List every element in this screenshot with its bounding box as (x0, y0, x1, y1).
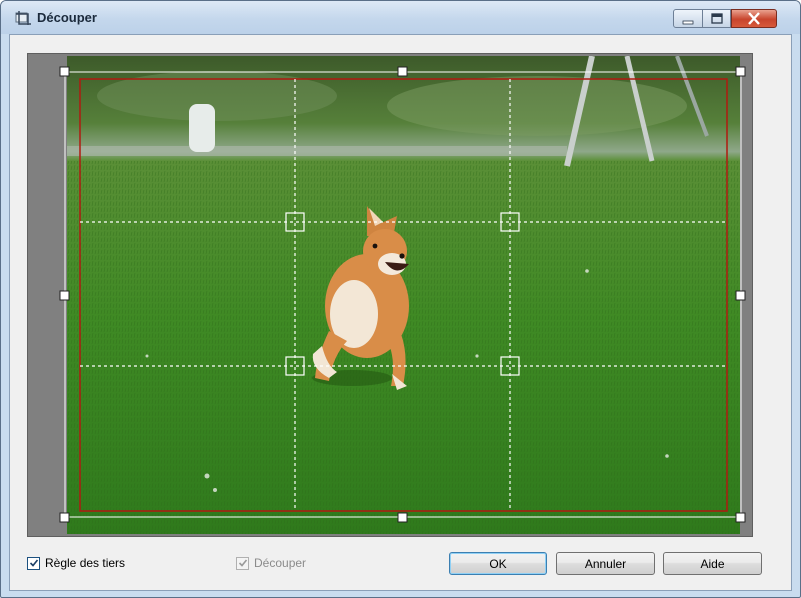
checkbox-checked-icon (27, 556, 40, 570)
minimize-button[interactable] (673, 9, 703, 28)
minimize-icon (682, 20, 694, 25)
rule-of-thirds-checkbox[interactable]: Règle des tiers (27, 556, 125, 570)
rule-of-thirds-label: Règle des tiers (45, 556, 126, 570)
close-icon (748, 12, 760, 25)
ok-button[interactable]: OK (449, 552, 547, 575)
crop-checkbox: Découper (236, 556, 306, 570)
maximize-icon (710, 13, 723, 24)
crop-app-icon (15, 11, 31, 25)
photo-preview (67, 56, 740, 534)
maximize-button[interactable] (703, 9, 731, 28)
help-button[interactable]: Aide (663, 552, 762, 575)
crop-label: Découper (254, 556, 307, 570)
cancel-button[interactable]: Annuler (556, 552, 655, 575)
window-title: Découper (37, 10, 97, 25)
title-bar[interactable]: Découper (1, 1, 800, 34)
close-button[interactable] (731, 9, 777, 28)
checkbox-checked-icon (236, 556, 249, 570)
